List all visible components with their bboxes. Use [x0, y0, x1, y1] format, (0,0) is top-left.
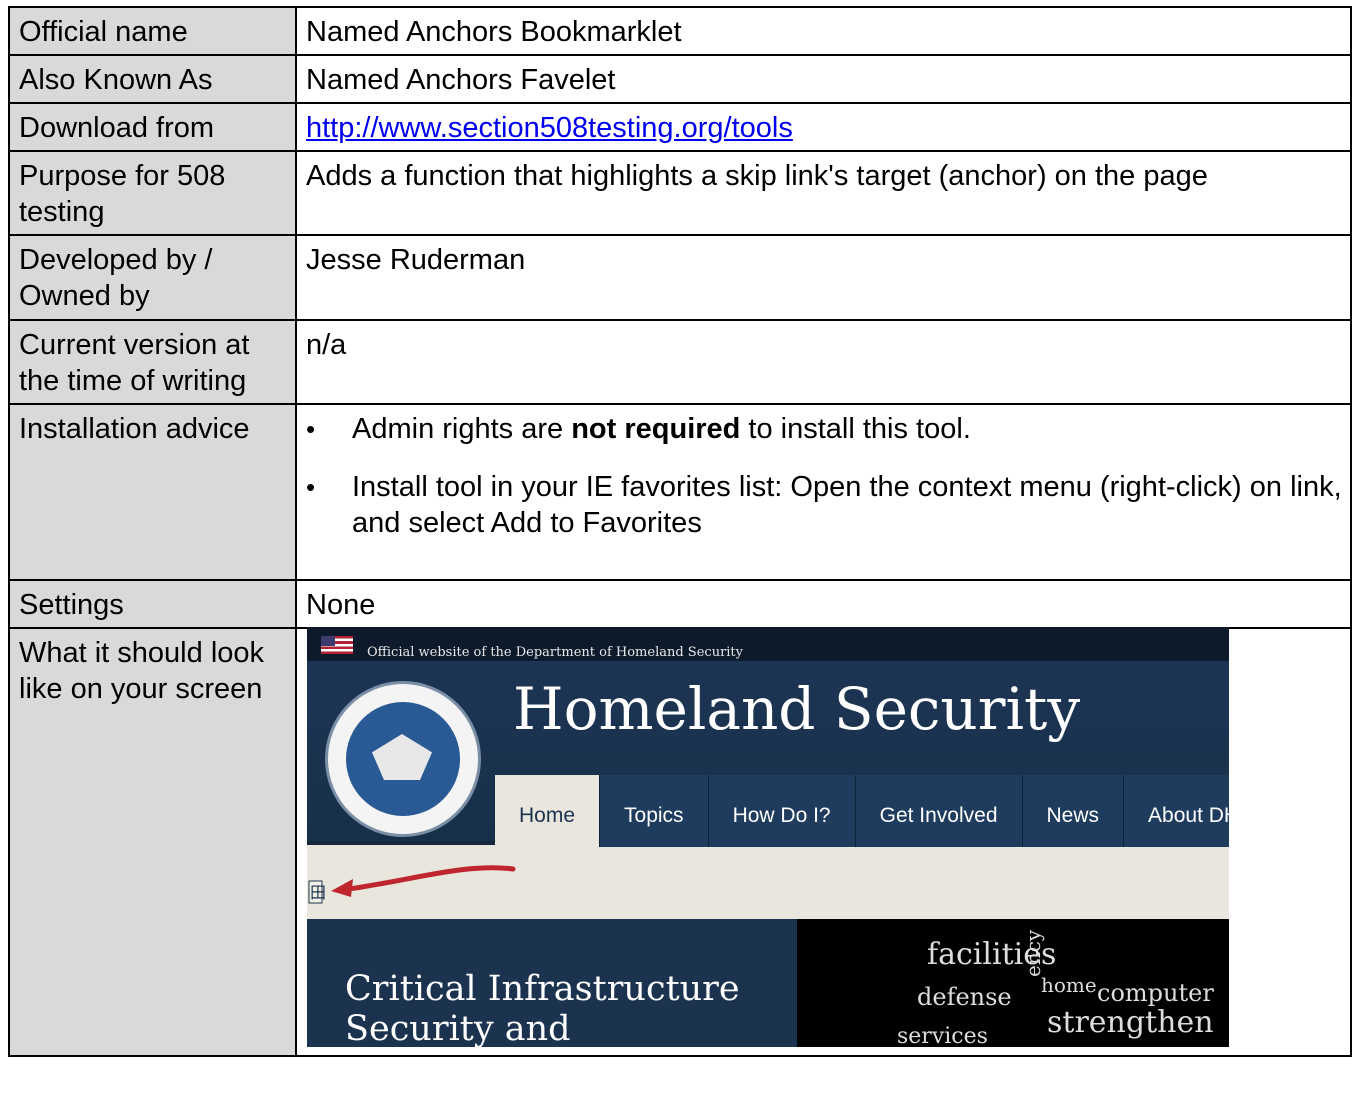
label-official-name: Official name — [8, 6, 297, 56]
value-settings: None — [295, 579, 1352, 629]
list-item: Admin rights are not required to install… — [306, 411, 1342, 447]
label-aka: Also Known As — [8, 54, 297, 104]
value-screen: Official website of the Department of Ho… — [295, 627, 1352, 1057]
row-official-name: Official name Named Anchors Bookmarklet — [8, 6, 1352, 56]
feature-headline: Critical Infrastructure Security and — [345, 969, 740, 1047]
dhs-seal-logo — [325, 681, 481, 837]
headline-line: Critical Infrastructure — [345, 969, 740, 1009]
cloud-word: strengthen — [1047, 1005, 1214, 1040]
dhs-top-bar: Official website of the Department of Ho… — [307, 627, 1229, 661]
row-install: Installation advice Admin rights are not… — [8, 403, 1352, 581]
value-official-name: Named Anchors Bookmarklet — [295, 6, 1352, 56]
anchor-highlight: 田 — [307, 851, 537, 926]
value-download: http://www.section508testing.org/tools — [295, 102, 1352, 152]
nav-how-do-i[interactable]: How Do I? — [707, 775, 855, 847]
download-link[interactable]: http://www.section508testing.org/tools — [306, 112, 793, 144]
value-install: Admin rights are not required to install… — [295, 403, 1352, 581]
cloud-word: defense — [917, 983, 1012, 1011]
value-aka: Named Anchors Favelet — [295, 54, 1352, 104]
site-title: Homeland Security — [513, 675, 1081, 743]
nav-home[interactable]: Home — [495, 775, 600, 847]
label-version: Current version at the time of writing — [8, 319, 297, 405]
row-version: Current version at the time of writing n… — [8, 319, 1352, 405]
advice-text: to install this tool. — [740, 413, 971, 445]
us-flag-icon — [321, 636, 353, 654]
label-settings: Settings — [8, 579, 297, 629]
label-install: Installation advice — [8, 403, 297, 581]
row-settings: Settings None — [8, 579, 1352, 629]
advice-bold-text: not required — [571, 413, 741, 445]
row-aka: Also Known As Named Anchors Favelet — [8, 54, 1352, 104]
cloud-word: services — [897, 1024, 988, 1047]
label-download: Download from — [8, 102, 297, 152]
list-item: Install tool in your IE favorites list: … — [306, 469, 1342, 541]
tool-info-table: Official name Named Anchors Bookmarklet … — [8, 6, 1352, 1057]
row-developer: Developed by / Owned by Jesse Ruderman — [8, 234, 1352, 321]
nav-topics[interactable]: Topics — [599, 775, 708, 847]
install-advice-list: Admin rights are not required to install… — [306, 411, 1342, 541]
advice-text: Admin rights are — [352, 413, 572, 445]
label-developer: Developed by / Owned by — [8, 234, 297, 321]
nav-get-involved[interactable]: Get Involved — [854, 775, 1022, 847]
dhs-screenshot: Official website of the Department of Ho… — [307, 627, 1229, 1047]
value-developer: Jesse Ruderman — [295, 234, 1352, 321]
row-purpose: Purpose for 508 testing Adds a function … — [8, 150, 1352, 236]
anchor-glyph: 田 — [310, 883, 326, 902]
headline-line: Security and — [345, 1009, 571, 1047]
nav-about[interactable]: About DH — [1123, 775, 1229, 847]
value-purpose: Adds a function that highlights a skip l… — [295, 150, 1352, 236]
dhs-nav: Home Topics How Do I? Get Involved News … — [495, 775, 1229, 847]
nav-news[interactable]: News — [1021, 775, 1124, 847]
row-screen: What it should look like on your screen … — [8, 627, 1352, 1057]
red-arrow-icon: 田 — [308, 865, 516, 904]
row-download: Download from http://www.section508testi… — [8, 102, 1352, 152]
label-purpose: Purpose for 508 testing — [8, 150, 297, 236]
cloud-word: ency — [1021, 929, 1045, 977]
label-screen: What it should look like on your screen — [8, 627, 297, 1057]
value-version: n/a — [295, 319, 1352, 405]
